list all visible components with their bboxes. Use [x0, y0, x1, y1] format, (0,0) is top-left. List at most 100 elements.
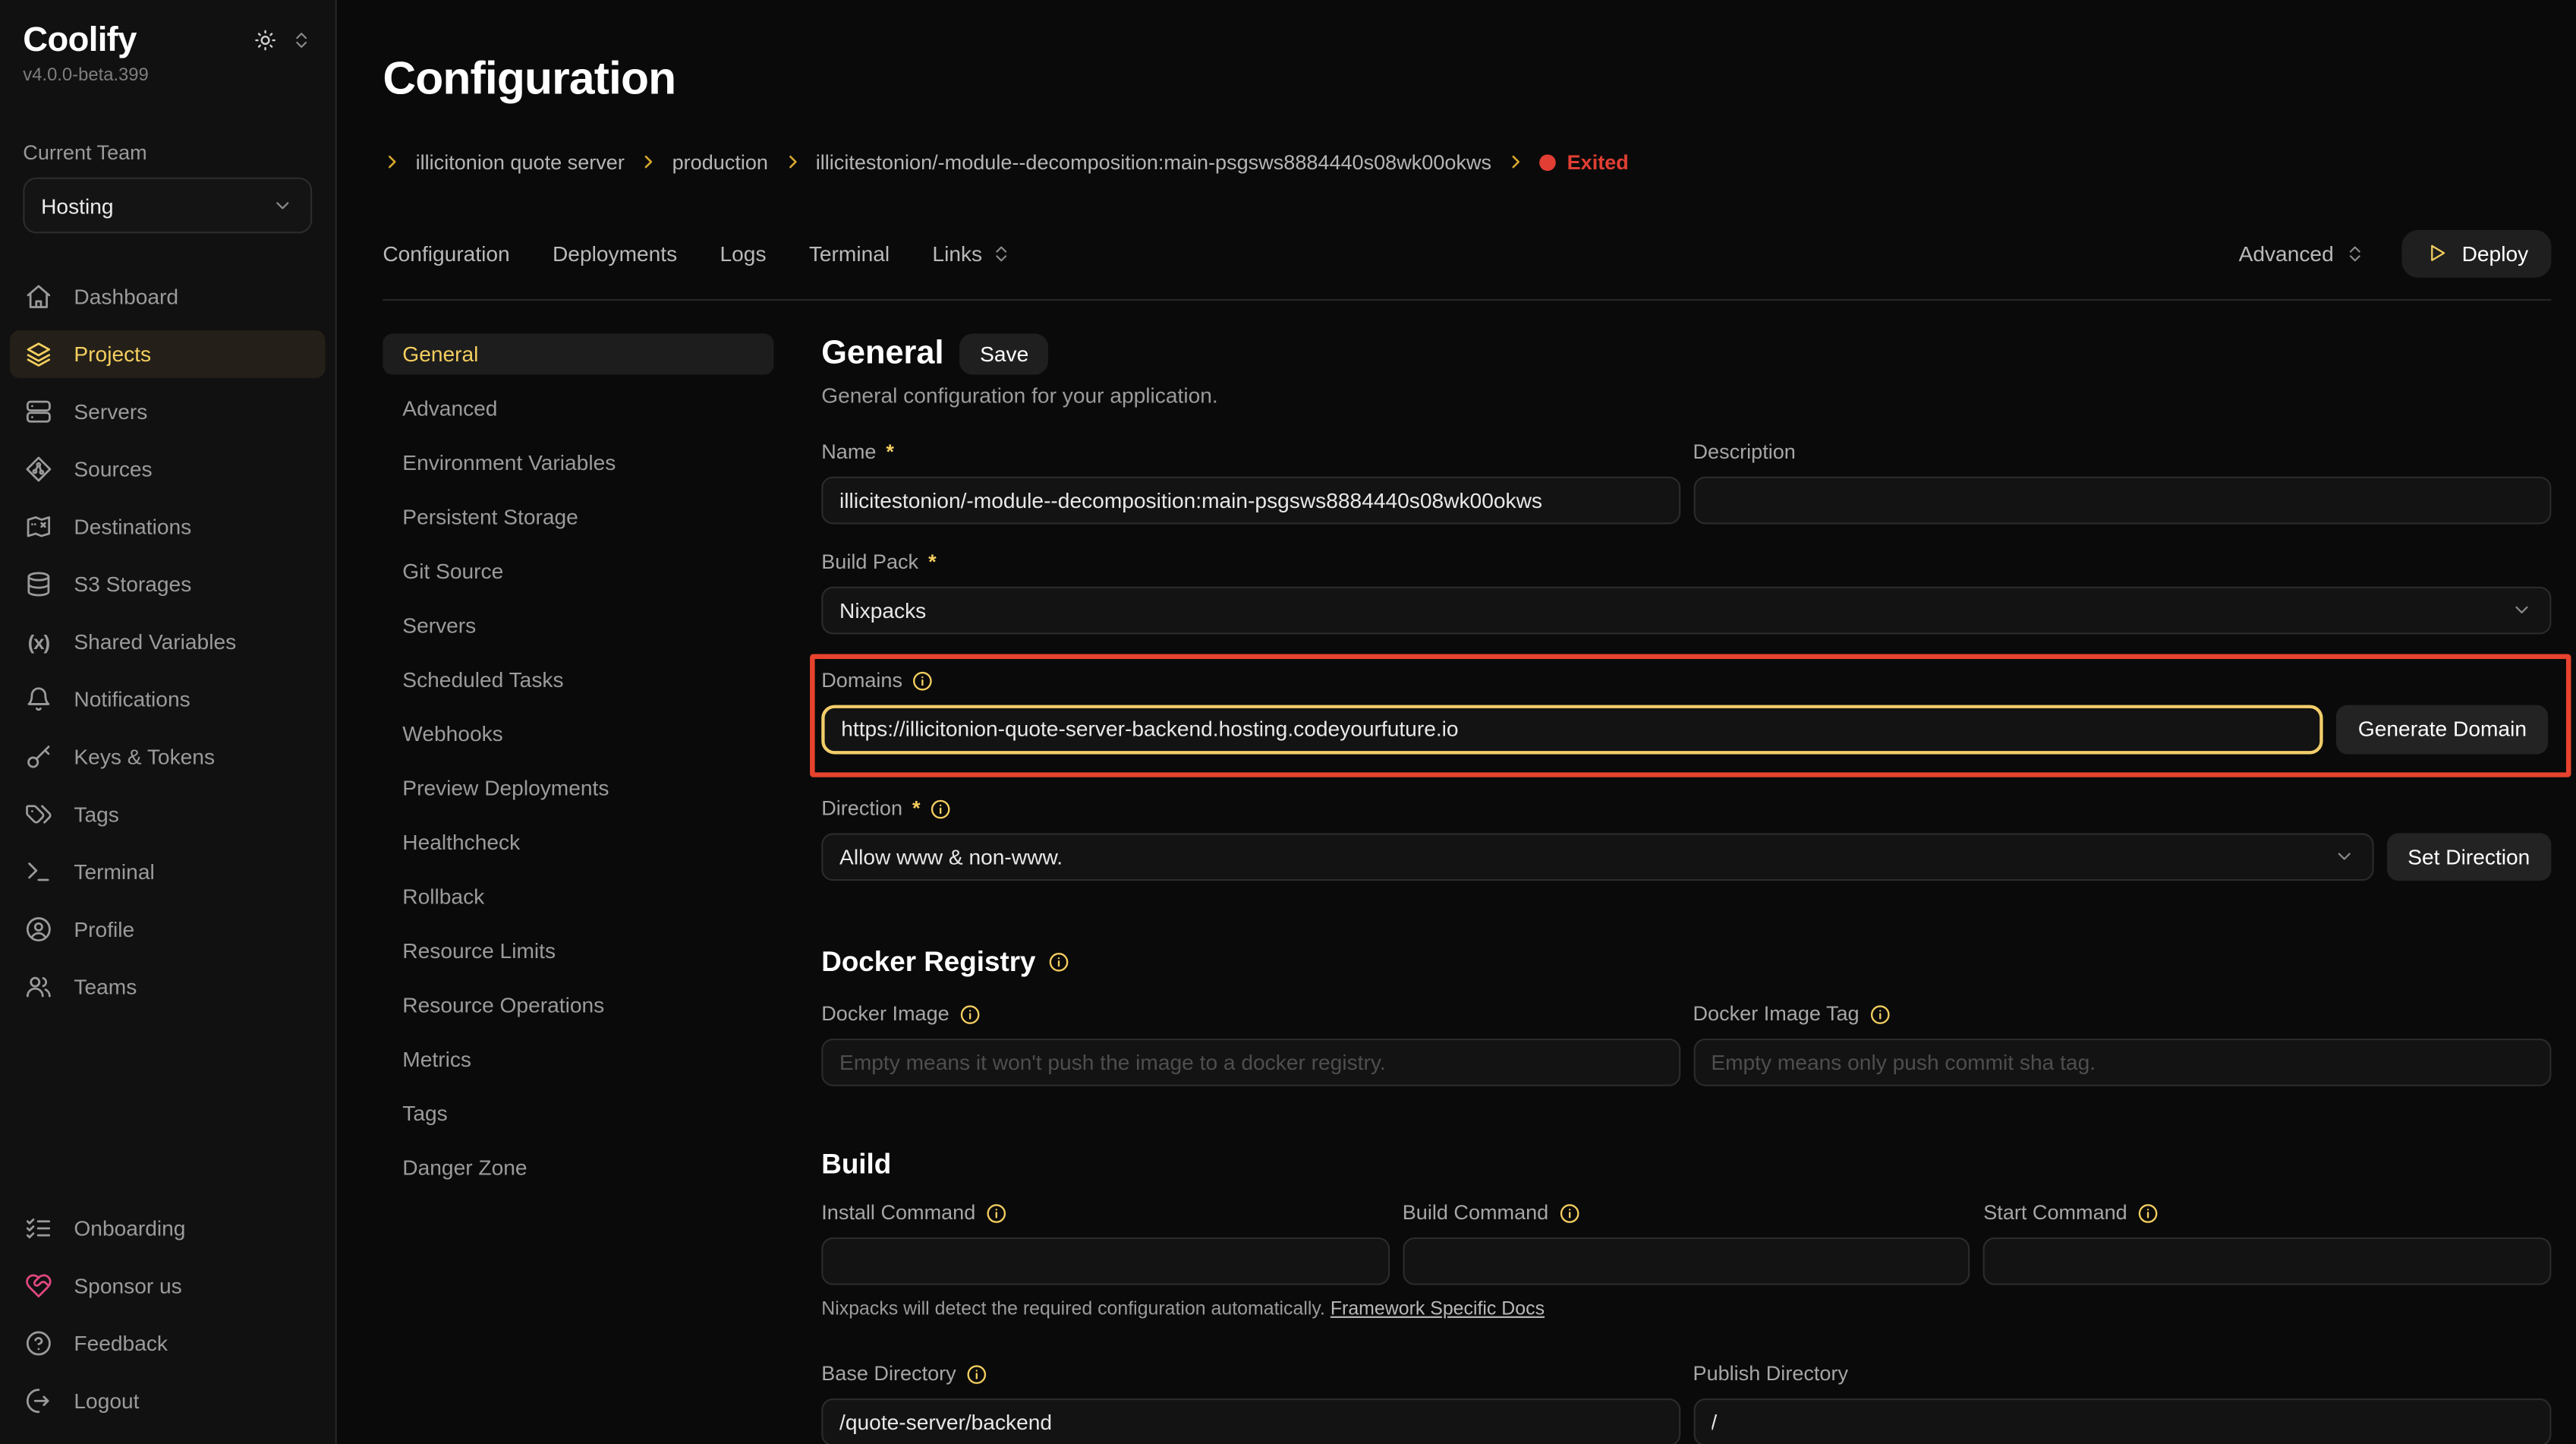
save-button[interactable]: Save — [960, 333, 1048, 374]
sidebar-nav-item[interactable]: Profile — [10, 906, 326, 954]
description-input[interactable] — [1693, 476, 2552, 524]
direction-select[interactable]: Allow www & non-www. — [821, 832, 2373, 880]
breadcrumb-item[interactable]: illicitestonion/-module--decomposition:m… — [816, 150, 1491, 173]
name-input[interactable] — [821, 476, 1680, 524]
tab[interactable]: Terminal — [809, 241, 890, 265]
subnav-item[interactable]: Preview Deployments — [383, 767, 773, 808]
docker-registry-title: Docker Registry — [821, 946, 1035, 979]
subnav-item[interactable]: Tags — [383, 1092, 773, 1133]
app-version: v4.0.0-beta.399 — [0, 66, 335, 86]
sidebar-nav-item[interactable]: Terminal — [10, 848, 326, 896]
section-title: General — [821, 334, 943, 372]
sidebar-nav-label: Servers — [74, 399, 147, 424]
help-circle-icon — [24, 1329, 52, 1357]
sidebar-nav-item[interactable]: Notifications — [10, 676, 326, 724]
build-note: Nixpacks will detect the required config… — [821, 1299, 1325, 1319]
subnav-item[interactable]: Servers — [383, 604, 773, 645]
tab[interactable]: Configuration — [383, 241, 509, 265]
sidebar-footer-nav: Onboarding Sponsor us Feedback Logout — [0, 1205, 335, 1425]
status-dot — [1539, 153, 1556, 170]
sidebar-nav-item[interactable]: Dashboard — [10, 273, 326, 320]
sidebar-nav-item[interactable]: Keys & Tokens — [10, 733, 326, 780]
build-command-input[interactable] — [1403, 1237, 1970, 1285]
publish-directory-input[interactable] — [1693, 1398, 2552, 1444]
home-icon — [24, 282, 52, 311]
subnav-item[interactable]: Environment Variables — [383, 441, 773, 482]
main-area: Configuration illicitonion quote server … — [337, 0, 2576, 1444]
docker-image-input[interactable] — [821, 1038, 1680, 1086]
logout-icon — [24, 1387, 52, 1415]
start-command-input[interactable] — [1983, 1237, 2551, 1285]
subnav-item[interactable]: Webhooks — [383, 712, 773, 753]
info-icon[interactable] — [931, 798, 952, 819]
tab-label: Configuration — [383, 241, 509, 265]
subnav-item[interactable]: Advanced — [383, 387, 773, 428]
version-switcher-icon[interactable] — [291, 30, 312, 51]
sidebar-footer-item[interactable]: Logout — [10, 1377, 326, 1425]
base-directory-input[interactable] — [821, 1398, 1680, 1444]
subnav-item[interactable]: Persistent Storage — [383, 496, 773, 537]
publish-directory-label: Publish Directory — [1693, 1362, 1849, 1385]
team-select[interactable]: Hosting — [23, 178, 312, 234]
sidebar-nav: Dashboard Projects Servers Sources — [0, 273, 335, 1010]
subnav-item[interactable]: Resource Operations — [383, 983, 773, 1024]
tags-icon — [24, 800, 52, 828]
sidebar-footer-item[interactable]: Sponsor us — [10, 1262, 326, 1310]
git-source-icon — [24, 456, 52, 484]
info-icon[interactable] — [985, 1202, 1006, 1223]
docker-image-tag-label: Docker Image Tag — [1693, 1002, 1860, 1025]
info-icon[interactable] — [959, 1003, 981, 1024]
subnav-item[interactable]: General — [383, 333, 773, 374]
subnav-item[interactable]: Danger Zone — [383, 1146, 773, 1187]
advanced-dropdown[interactable]: Advanced — [2239, 241, 2365, 265]
install-command-input[interactable] — [821, 1237, 1389, 1285]
framework-docs-link[interactable]: Framework Specific Docs — [1331, 1299, 1545, 1319]
description-label: Description — [1693, 440, 1796, 463]
docker-image-label: Docker Image — [821, 1002, 949, 1025]
subnav-item[interactable]: Metrics — [383, 1038, 773, 1079]
subnav-item[interactable]: Scheduled Tasks — [383, 658, 773, 699]
subnav-item[interactable]: Healthcheck — [383, 821, 773, 862]
sidebar-nav-item[interactable]: (x) Shared Variables — [10, 618, 326, 666]
breadcrumb-item[interactable]: production — [672, 150, 768, 173]
sidebar-nav-item[interactable]: Projects — [10, 330, 326, 378]
info-icon[interactable] — [2137, 1202, 2159, 1223]
sidebar-footer-item[interactable]: Onboarding — [10, 1205, 326, 1253]
sidebar-nav-item[interactable]: Destinations — [10, 503, 326, 550]
build-pack-select[interactable]: Nixpacks — [821, 586, 2551, 634]
theme-sun-icon[interactable] — [253, 28, 277, 52]
sidebar-nav-item[interactable]: Tags — [10, 790, 326, 838]
tab-label: Links — [932, 241, 982, 265]
set-direction-button[interactable]: Set Direction — [2386, 832, 2551, 880]
info-icon[interactable] — [912, 670, 934, 691]
sidebar-nav-label: Destinations — [74, 514, 191, 538]
info-icon[interactable] — [1869, 1003, 1891, 1024]
subnav-item[interactable]: Resource Limits — [383, 929, 773, 970]
terminal-icon — [24, 858, 52, 886]
sidebar-footer-item[interactable]: Feedback — [10, 1319, 326, 1367]
required-mark: * — [886, 440, 894, 463]
subnav-item[interactable]: Git Source — [383, 550, 773, 591]
subnav-item[interactable]: Rollback — [383, 875, 773, 916]
sidebar-footer-label: Onboarding — [74, 1216, 185, 1241]
info-icon[interactable] — [1558, 1202, 1579, 1223]
sidebar-nav-item[interactable]: Teams — [10, 963, 326, 1010]
sidebar-nav-item[interactable]: Servers — [10, 388, 326, 436]
domains-input[interactable] — [821, 704, 2323, 753]
tab-bar: Configuration Deployments Logs T — [383, 229, 2551, 300]
breadcrumb-items: illicitonion quote server production ill… — [383, 150, 1491, 173]
install-command-label: Install Command — [821, 1201, 975, 1224]
deploy-button[interactable]: Deploy — [2401, 229, 2551, 277]
sidebar-nav-item[interactable]: Sources — [10, 446, 326, 493]
info-icon[interactable] — [966, 1363, 987, 1384]
docker-image-tag-input[interactable] — [1693, 1038, 2552, 1086]
tab[interactable]: Deployments — [553, 241, 677, 265]
tab[interactable]: Logs — [720, 241, 766, 265]
generate-domain-button[interactable]: Generate Domain — [2337, 704, 2548, 753]
info-icon[interactable] — [1049, 951, 1070, 973]
tab[interactable]: Links — [932, 241, 1012, 265]
sidebar-nav-item[interactable]: S3 Storages — [10, 560, 326, 608]
sidebar-nav-label: Keys & Tokens — [74, 745, 215, 769]
chevron-right-icon — [783, 153, 801, 171]
breadcrumb-item[interactable]: illicitonion quote server — [416, 150, 625, 173]
